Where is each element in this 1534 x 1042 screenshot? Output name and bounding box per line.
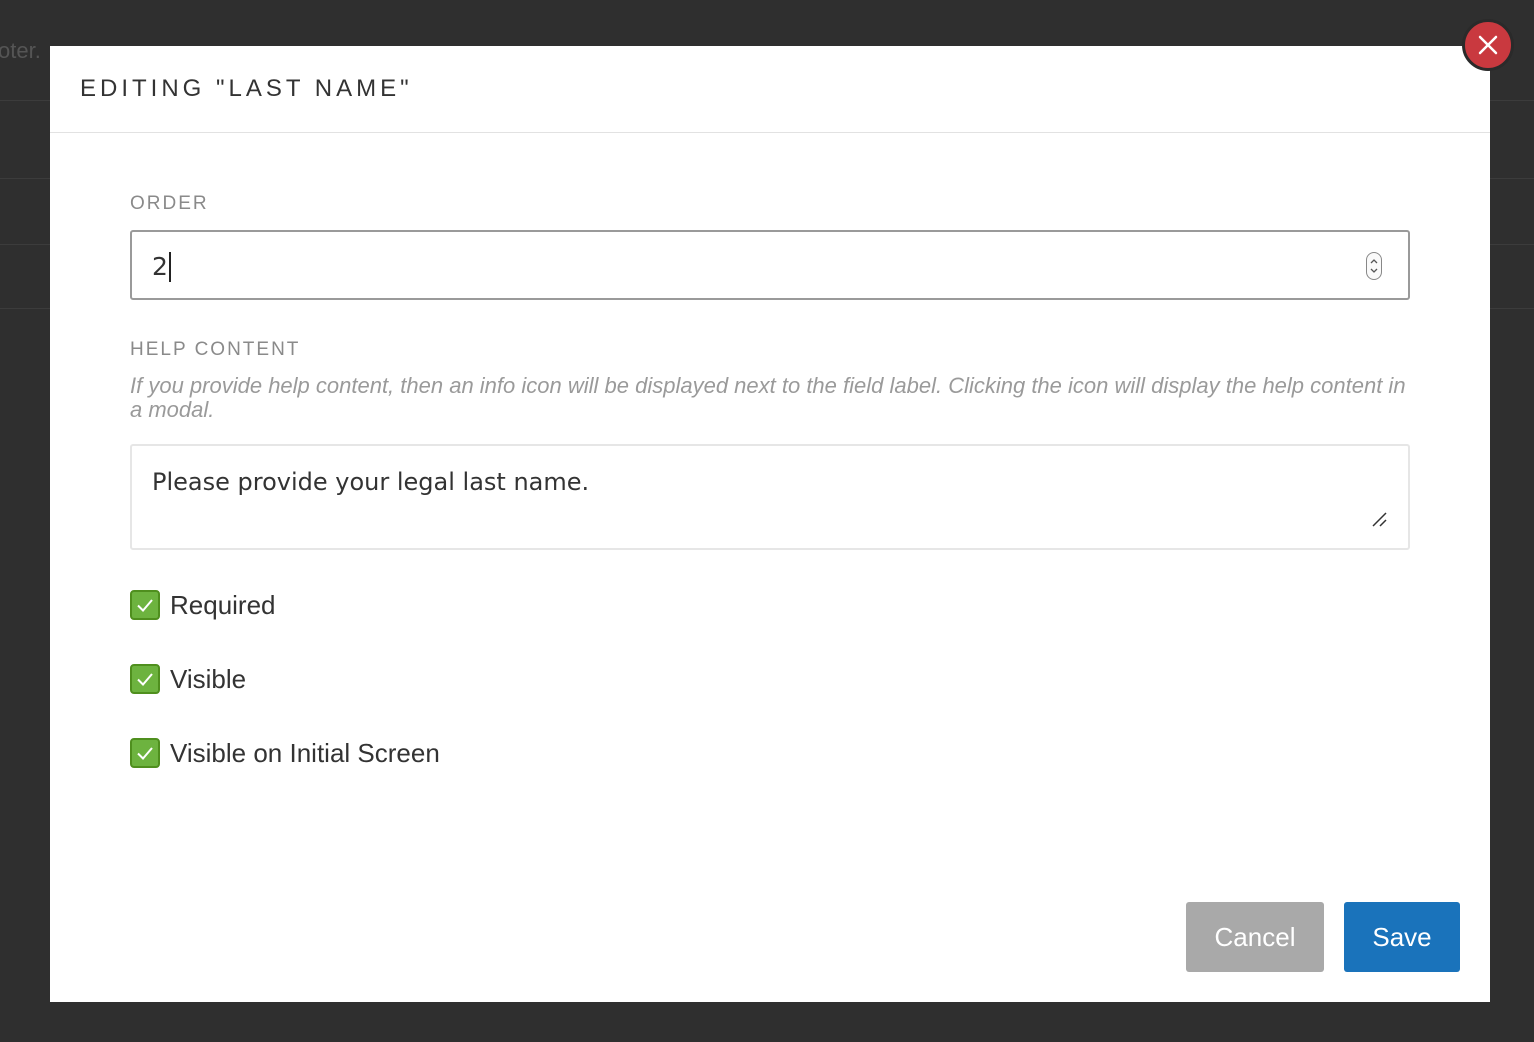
- checkmark-icon: [137, 599, 153, 612]
- close-icon: [1478, 35, 1498, 55]
- order-input[interactable]: 2: [130, 230, 1410, 300]
- checkmark-icon: [137, 747, 153, 760]
- required-checkbox[interactable]: [130, 590, 160, 620]
- help-content-value: Please provide your legal last name.: [152, 468, 590, 496]
- required-checkbox-row[interactable]: Required: [130, 589, 276, 621]
- background-text: oter.: [0, 38, 41, 63]
- save-button[interactable]: Save: [1344, 902, 1460, 972]
- number-spinner-icon[interactable]: [1366, 252, 1382, 280]
- help-content-description: If you provide help content, then an inf…: [130, 373, 1406, 422]
- close-modal-button[interactable]: [1462, 19, 1514, 71]
- modal-title: EDITING "LAST NAME": [80, 75, 413, 102]
- resize-handle-icon[interactable]: [1370, 510, 1388, 533]
- visible-initial-screen-checkbox[interactable]: [130, 738, 160, 768]
- text-caret: [169, 252, 171, 282]
- checkmark-icon: [137, 673, 153, 686]
- visible-initial-screen-checkbox-row[interactable]: Visible on Initial Screen: [130, 737, 440, 769]
- help-content-label: HELP CONTENT: [130, 339, 301, 360]
- order-label: ORDER: [130, 193, 209, 214]
- visible-checkbox[interactable]: [130, 664, 160, 694]
- help-content-textarea[interactable]: Please provide your legal last name.: [130, 444, 1410, 550]
- visible-checkbox-row[interactable]: Visible: [130, 663, 246, 695]
- cancel-button[interactable]: Cancel: [1186, 902, 1324, 972]
- visible-label: Visible: [170, 663, 247, 694]
- modal-header: EDITING "LAST NAME": [50, 46, 1490, 133]
- required-label: Required: [170, 589, 276, 620]
- order-value: 2: [152, 252, 168, 281]
- visible-initial-screen-label: Visible on Initial Screen: [170, 737, 440, 768]
- edit-field-modal: EDITING "LAST NAME" ORDER 2 HELP CONTENT…: [50, 46, 1490, 1002]
